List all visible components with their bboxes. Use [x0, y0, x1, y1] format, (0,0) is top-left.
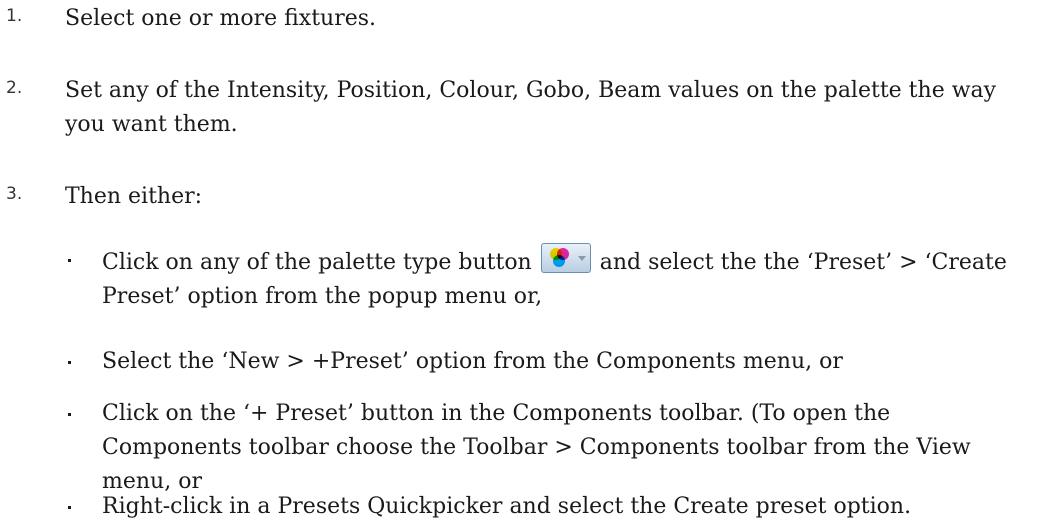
step-number: 2.	[6, 78, 23, 98]
chevron-down-icon	[577, 256, 586, 261]
step-text: Set any of the Intensity, Position, Colo…	[65, 78, 997, 137]
bullet-marker	[68, 259, 71, 262]
document-page: 1. Select one or more fixtures. 2. Set a…	[0, 0, 1063, 532]
step-number: 3.	[6, 184, 23, 204]
option-text: Click on the ‘+ Preset’ button in the Co…	[102, 401, 971, 494]
option-text: Right-click in a Presets Quickpicker and…	[102, 494, 912, 519]
option-text: Click on any of the palette type button …	[102, 243, 1022, 314]
option-text-before: Click on any of the palette type button	[102, 250, 532, 275]
bullet-marker	[68, 506, 71, 509]
colour-palette-button-icon	[540, 243, 591, 273]
option-text: Select the ‘New > +Preset’ option from t…	[102, 349, 843, 374]
step-text: Then either:	[65, 184, 203, 209]
step-number: 1.	[6, 6, 23, 26]
bullet-marker	[68, 361, 71, 364]
step-text: Select one or more fixtures.	[65, 6, 377, 31]
bullet-marker	[68, 413, 71, 416]
